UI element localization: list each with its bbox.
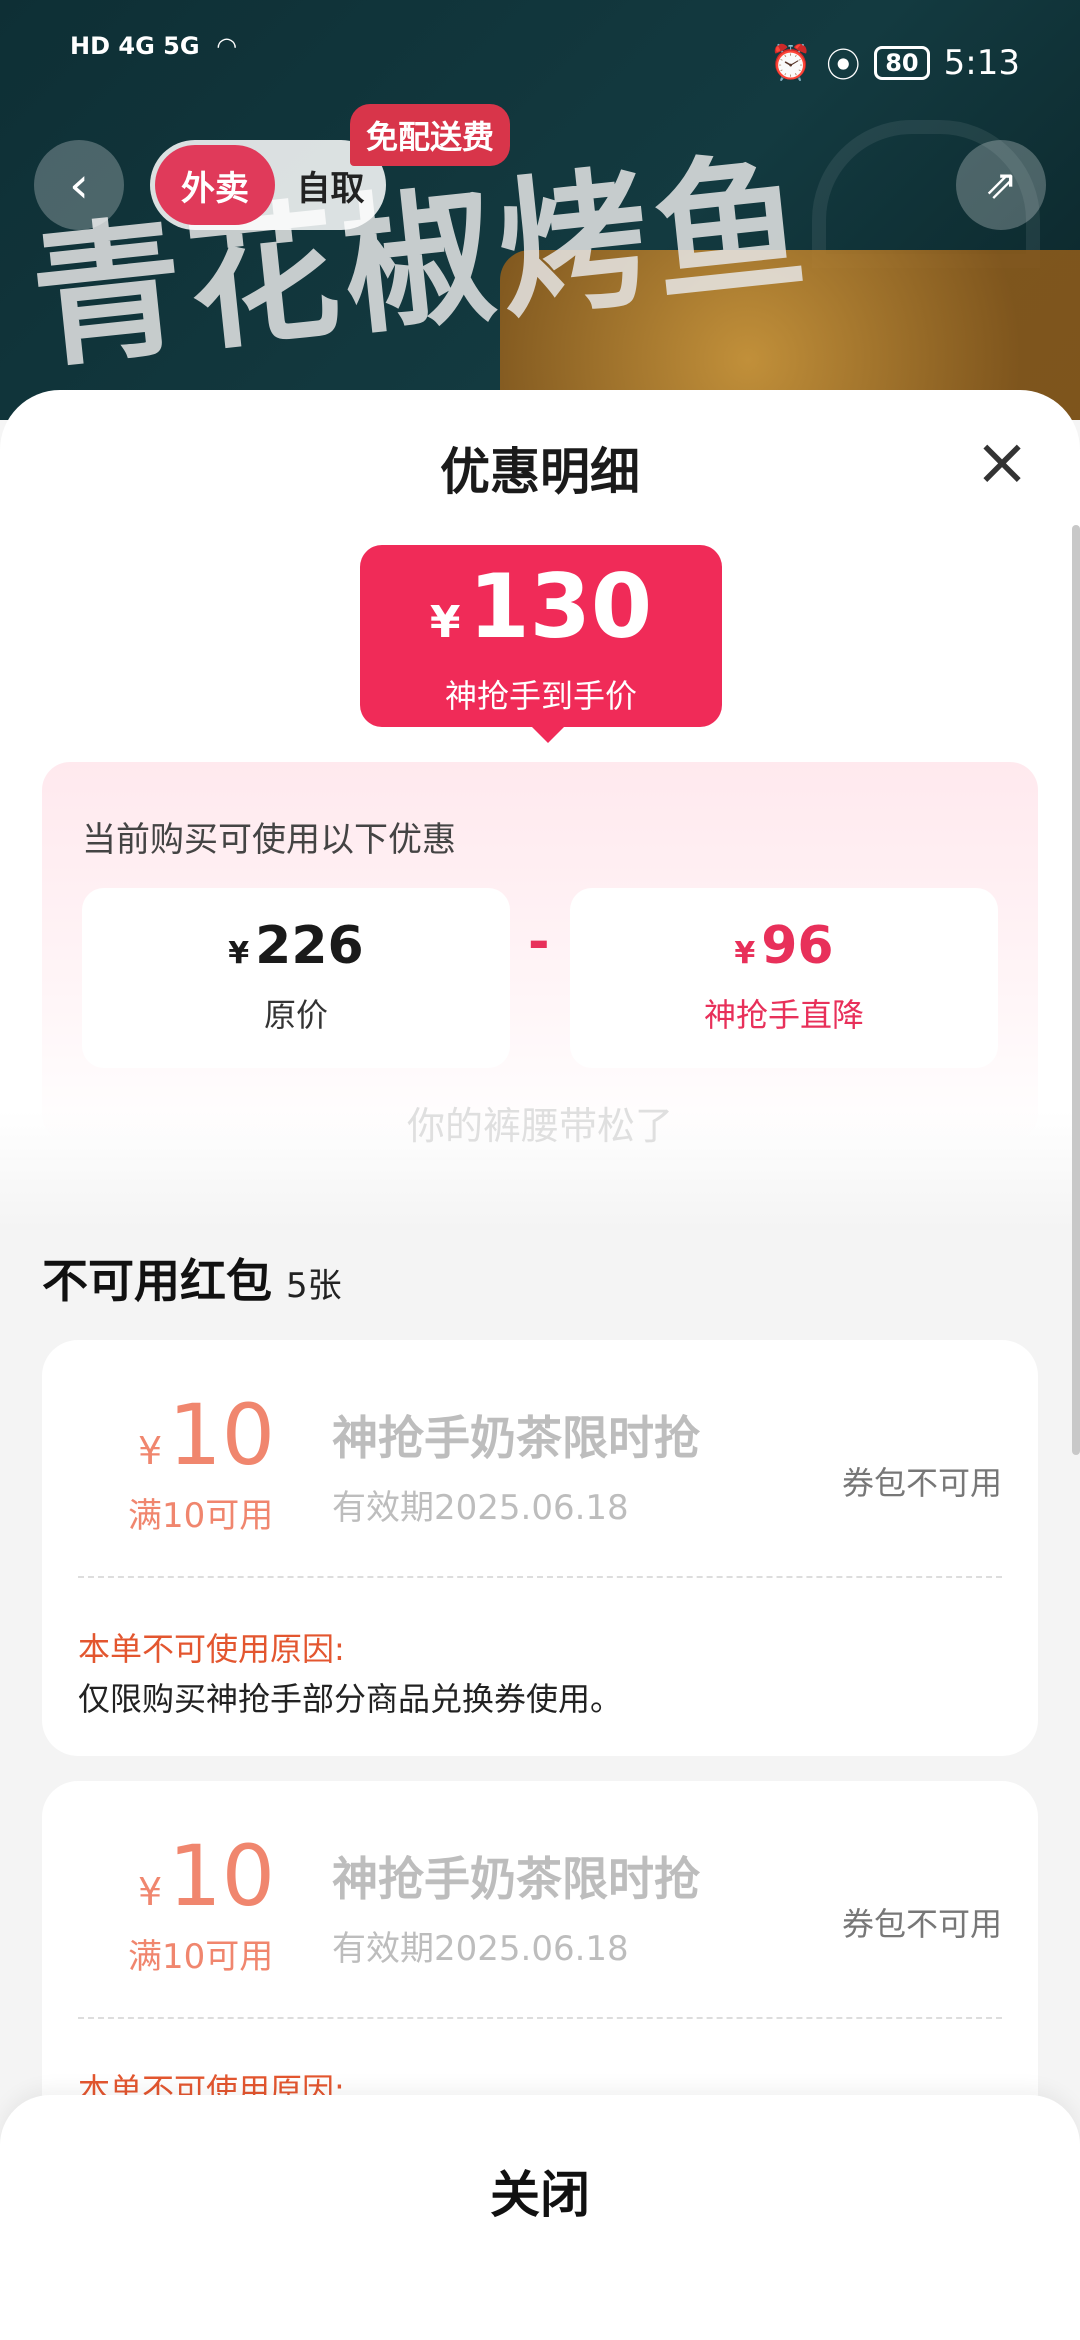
coupon-name: 神抢手奶茶限时抢 bbox=[332, 1411, 700, 1465]
minus-sign: - bbox=[528, 912, 550, 972]
watermark-text: 你的裤腰带松了 bbox=[406, 1104, 673, 1148]
discount-amount: ¥96 bbox=[734, 916, 834, 976]
coupon-reason: 仅限购买神抢手部分商品兑换券使用。 bbox=[78, 1680, 623, 1718]
coupon-amount: ¥10 bbox=[138, 1386, 276, 1484]
tab-pickup[interactable]: 自取 bbox=[275, 161, 386, 210]
share-button[interactable]: ⇗ bbox=[956, 140, 1046, 230]
network-text: HD 4G 5G bbox=[70, 32, 200, 60]
coupon-state: 券包不可用 bbox=[841, 1464, 1002, 1502]
final-price: ¥130 bbox=[429, 555, 653, 658]
discount-panel-label: 当前购买可使用以下优惠 bbox=[82, 820, 456, 860]
final-price-box: ¥130 神抢手到手价 bbox=[360, 545, 722, 743]
coupon-card[interactable]: ¥10 满10可用 神抢手奶茶限时抢 有效期2025.06.18 券包不可用 本… bbox=[42, 1340, 1038, 1756]
network-indicators: HD 4G 5G ◠ bbox=[70, 32, 236, 60]
coupon-condition: 满10可用 bbox=[128, 1937, 274, 1977]
unavailable-count: 5张 bbox=[286, 1266, 342, 1306]
original-price-label: 原价 bbox=[263, 996, 328, 1034]
unavailable-section-title: 不可用红包 5张 bbox=[42, 1254, 342, 1308]
close-button[interactable]: 关闭 bbox=[0, 2155, 1080, 2227]
chevron-left-icon: ‹ bbox=[69, 156, 89, 214]
discount-panel: 当前购买可使用以下优惠 ¥226 原价 - ¥96 神抢手直降 bbox=[42, 762, 1038, 1142]
coupon-expiry: 有效期2025.06.18 bbox=[332, 1929, 629, 1969]
status-bar: HD 4G 5G ◠ ⏰ ⦿ 80 5:13 bbox=[0, 0, 1080, 120]
bottom-bar: 关闭 bbox=[0, 2095, 1080, 2340]
status-right: ⏰ ⦿ 80 5:13 bbox=[770, 38, 1020, 87]
sheet-title: 优惠明细 bbox=[440, 443, 640, 501]
tab-delivery[interactable]: 外卖 bbox=[155, 145, 275, 225]
scrollbar[interactable] bbox=[1072, 525, 1080, 1455]
free-delivery-badge: 免配送费 bbox=[350, 104, 511, 166]
share-icon: ⇗ bbox=[984, 162, 1018, 208]
coupon-condition: 满10可用 bbox=[128, 1496, 274, 1536]
discount-card: ¥96 神抢手直降 bbox=[570, 888, 998, 1068]
coupon-state: 券包不可用 bbox=[841, 1905, 1002, 1943]
alarm-icon: ⏰ bbox=[769, 42, 813, 83]
coupon-expiry: 有效期2025.06.18 bbox=[332, 1488, 629, 1528]
discount-label: 神抢手直降 bbox=[703, 996, 864, 1034]
coupon-divider bbox=[78, 2017, 1002, 2019]
original-price-card: ¥226 原价 bbox=[82, 888, 510, 1068]
wifi-icon: ◠ bbox=[217, 32, 236, 60]
coupon-reason-title: 本单不可使用原因: bbox=[78, 1630, 345, 1668]
location-icon: ⦿ bbox=[826, 46, 861, 86]
coupon-name: 神抢手奶茶限时抢 bbox=[332, 1852, 700, 1906]
final-price-label: 神抢手到手价 bbox=[444, 677, 637, 715]
clock: 5:13 bbox=[943, 42, 1020, 83]
battery-indicator: 80 bbox=[874, 45, 930, 80]
coupon-divider bbox=[78, 1576, 1002, 1578]
close-icon[interactable]: × bbox=[972, 429, 1032, 495]
back-button[interactable]: ‹ bbox=[34, 140, 124, 230]
original-price: ¥226 bbox=[228, 916, 364, 976]
coupon-amount: ¥10 bbox=[138, 1827, 276, 1925]
